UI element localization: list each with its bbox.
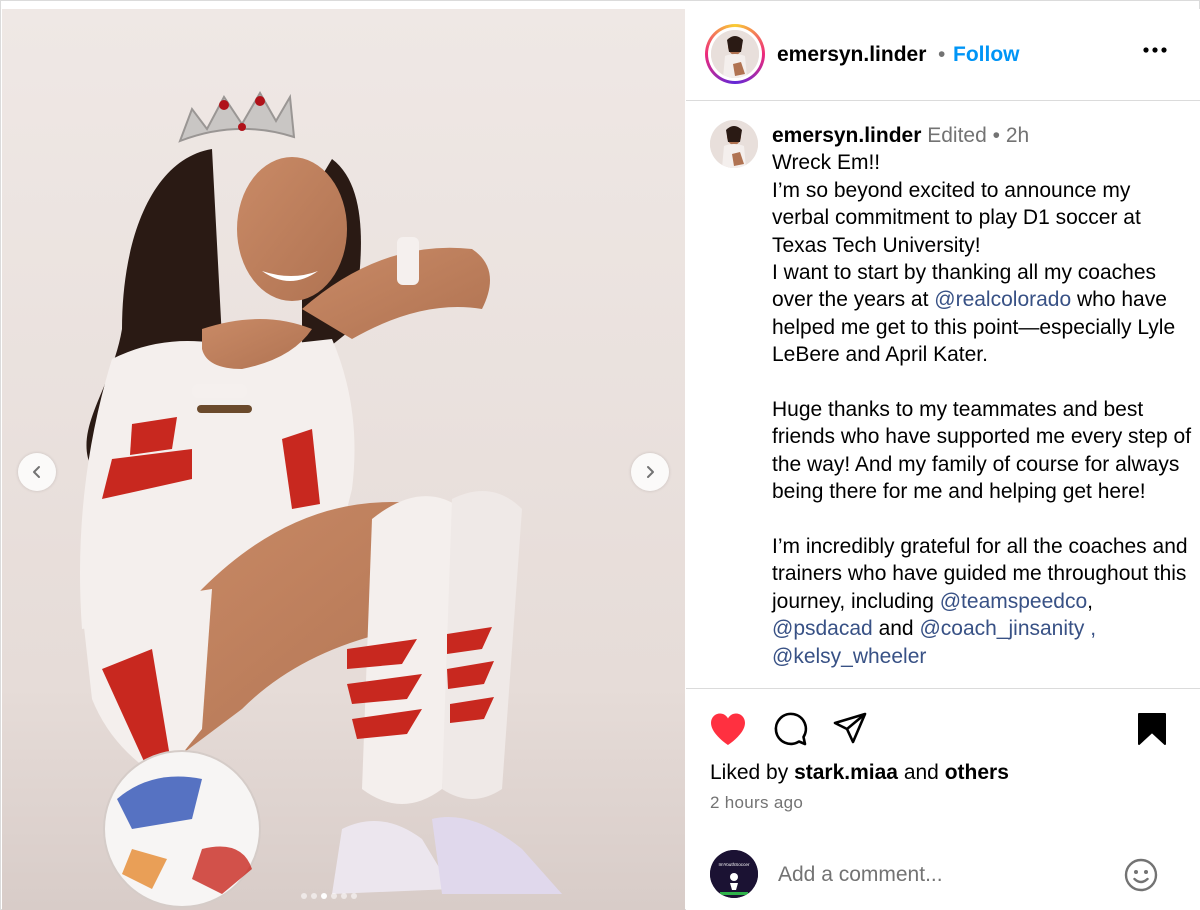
more-options-button[interactable] <box>1140 35 1170 65</box>
mention-link[interactable]: @teamspeedco <box>940 590 1087 613</box>
carousel-dot <box>351 893 357 899</box>
post-actions: Liked by stark.miaa and others 2 hours a… <box>686 688 1200 836</box>
caption-paragraph-3: Huge thanks to my teammates and best fri… <box>772 398 1192 504</box>
carousel-dot <box>311 893 317 899</box>
likes-others-link[interactable]: others <box>945 761 1009 784</box>
heart-filled-icon <box>711 713 745 745</box>
post-header: emersyn.linder • Follow <box>686 9 1200 101</box>
likes-summary: Liked by stark.miaa and others <box>710 761 1009 785</box>
caption-text: emersyn.linder Edited • 2h Wreck Em!! I’… <box>772 122 1192 670</box>
like-button[interactable] <box>708 709 748 749</box>
header-separator: • <box>938 43 946 66</box>
viewer-avatar-image: ImYouthSoccer <box>710 850 758 898</box>
author-username[interactable]: emersyn.linder <box>777 43 926 67</box>
carousel-prev-button[interactable] <box>18 453 56 491</box>
edited-label: Edited <box>927 124 987 147</box>
follow-button[interactable]: Follow <box>953 43 1020 67</box>
comment-icon <box>774 712 808 746</box>
comment-composer: ImYouthSoccer <box>686 836 1200 910</box>
viewer-avatar-text: ImYouthSoccer <box>719 862 750 867</box>
save-button[interactable] <box>1132 709 1172 749</box>
post-timestamp[interactable]: 2 hours ago <box>710 793 803 813</box>
author-avatar[interactable] <box>705 24 765 84</box>
share-button[interactable] <box>830 709 870 749</box>
mention-link[interactable]: @realcolorado <box>934 288 1071 311</box>
post-time[interactable]: 2h <box>1006 124 1029 147</box>
caption-paragraph-1: I’m so beyond excited to announce my ver… <box>772 178 1141 257</box>
caption-and: and <box>878 617 914 641</box>
carousel-next-button[interactable] <box>631 453 669 491</box>
caption-paragraph-2: I want to start by thanking all my coach… <box>772 259 1192 369</box>
bookmark-filled-icon <box>1138 713 1166 745</box>
caption-paragraph-4: I’m incredibly grateful for all the coac… <box>772 533 1192 670</box>
caption-avatar[interactable] <box>710 120 758 168</box>
carousel-dot <box>341 893 347 899</box>
caption-line-1: Wreck Em!! <box>772 151 881 175</box>
chevron-right-icon <box>647 466 654 478</box>
liked-by-user[interactable]: stark.miaa <box>794 761 898 784</box>
meta-dot: • <box>992 124 1000 147</box>
post-media[interactable] <box>2 9 685 910</box>
avatar-image <box>710 120 758 168</box>
carousel-dot <box>331 893 337 899</box>
comment-input[interactable] <box>778 860 1108 890</box>
send-icon <box>833 712 867 744</box>
chevron-left-icon <box>33 466 40 478</box>
emoji-icon <box>1124 858 1158 892</box>
post-side-panel: emersyn.linder • Follow emersyn.linder E… <box>686 9 1200 910</box>
caption-username[interactable]: emersyn.linder <box>772 124 921 147</box>
caption-comma: , <box>1087 589 1093 613</box>
caption-section: emersyn.linder Edited • 2h Wreck Em!! I’… <box>686 102 1200 687</box>
likes-prefix: Liked by <box>710 761 789 784</box>
likes-middle: and <box>903 761 939 784</box>
post-photo <box>2 9 685 910</box>
mention-link[interactable]: @psdacad <box>772 617 873 640</box>
viewer-avatar[interactable]: ImYouthSoccer <box>710 850 758 898</box>
comment-button[interactable] <box>770 709 810 749</box>
carousel-dot <box>321 893 327 899</box>
carousel-dot <box>301 893 307 899</box>
caption-meta: emersyn.linder Edited • 2h <box>772 122 1192 149</box>
emoji-button[interactable] <box>1122 856 1160 894</box>
more-horizontal-icon <box>1143 47 1167 53</box>
carousel-indicator <box>301 893 357 899</box>
avatar-image <box>711 30 759 78</box>
post-dialog: emersyn.linder • Follow emersyn.linder E… <box>0 0 1200 910</box>
